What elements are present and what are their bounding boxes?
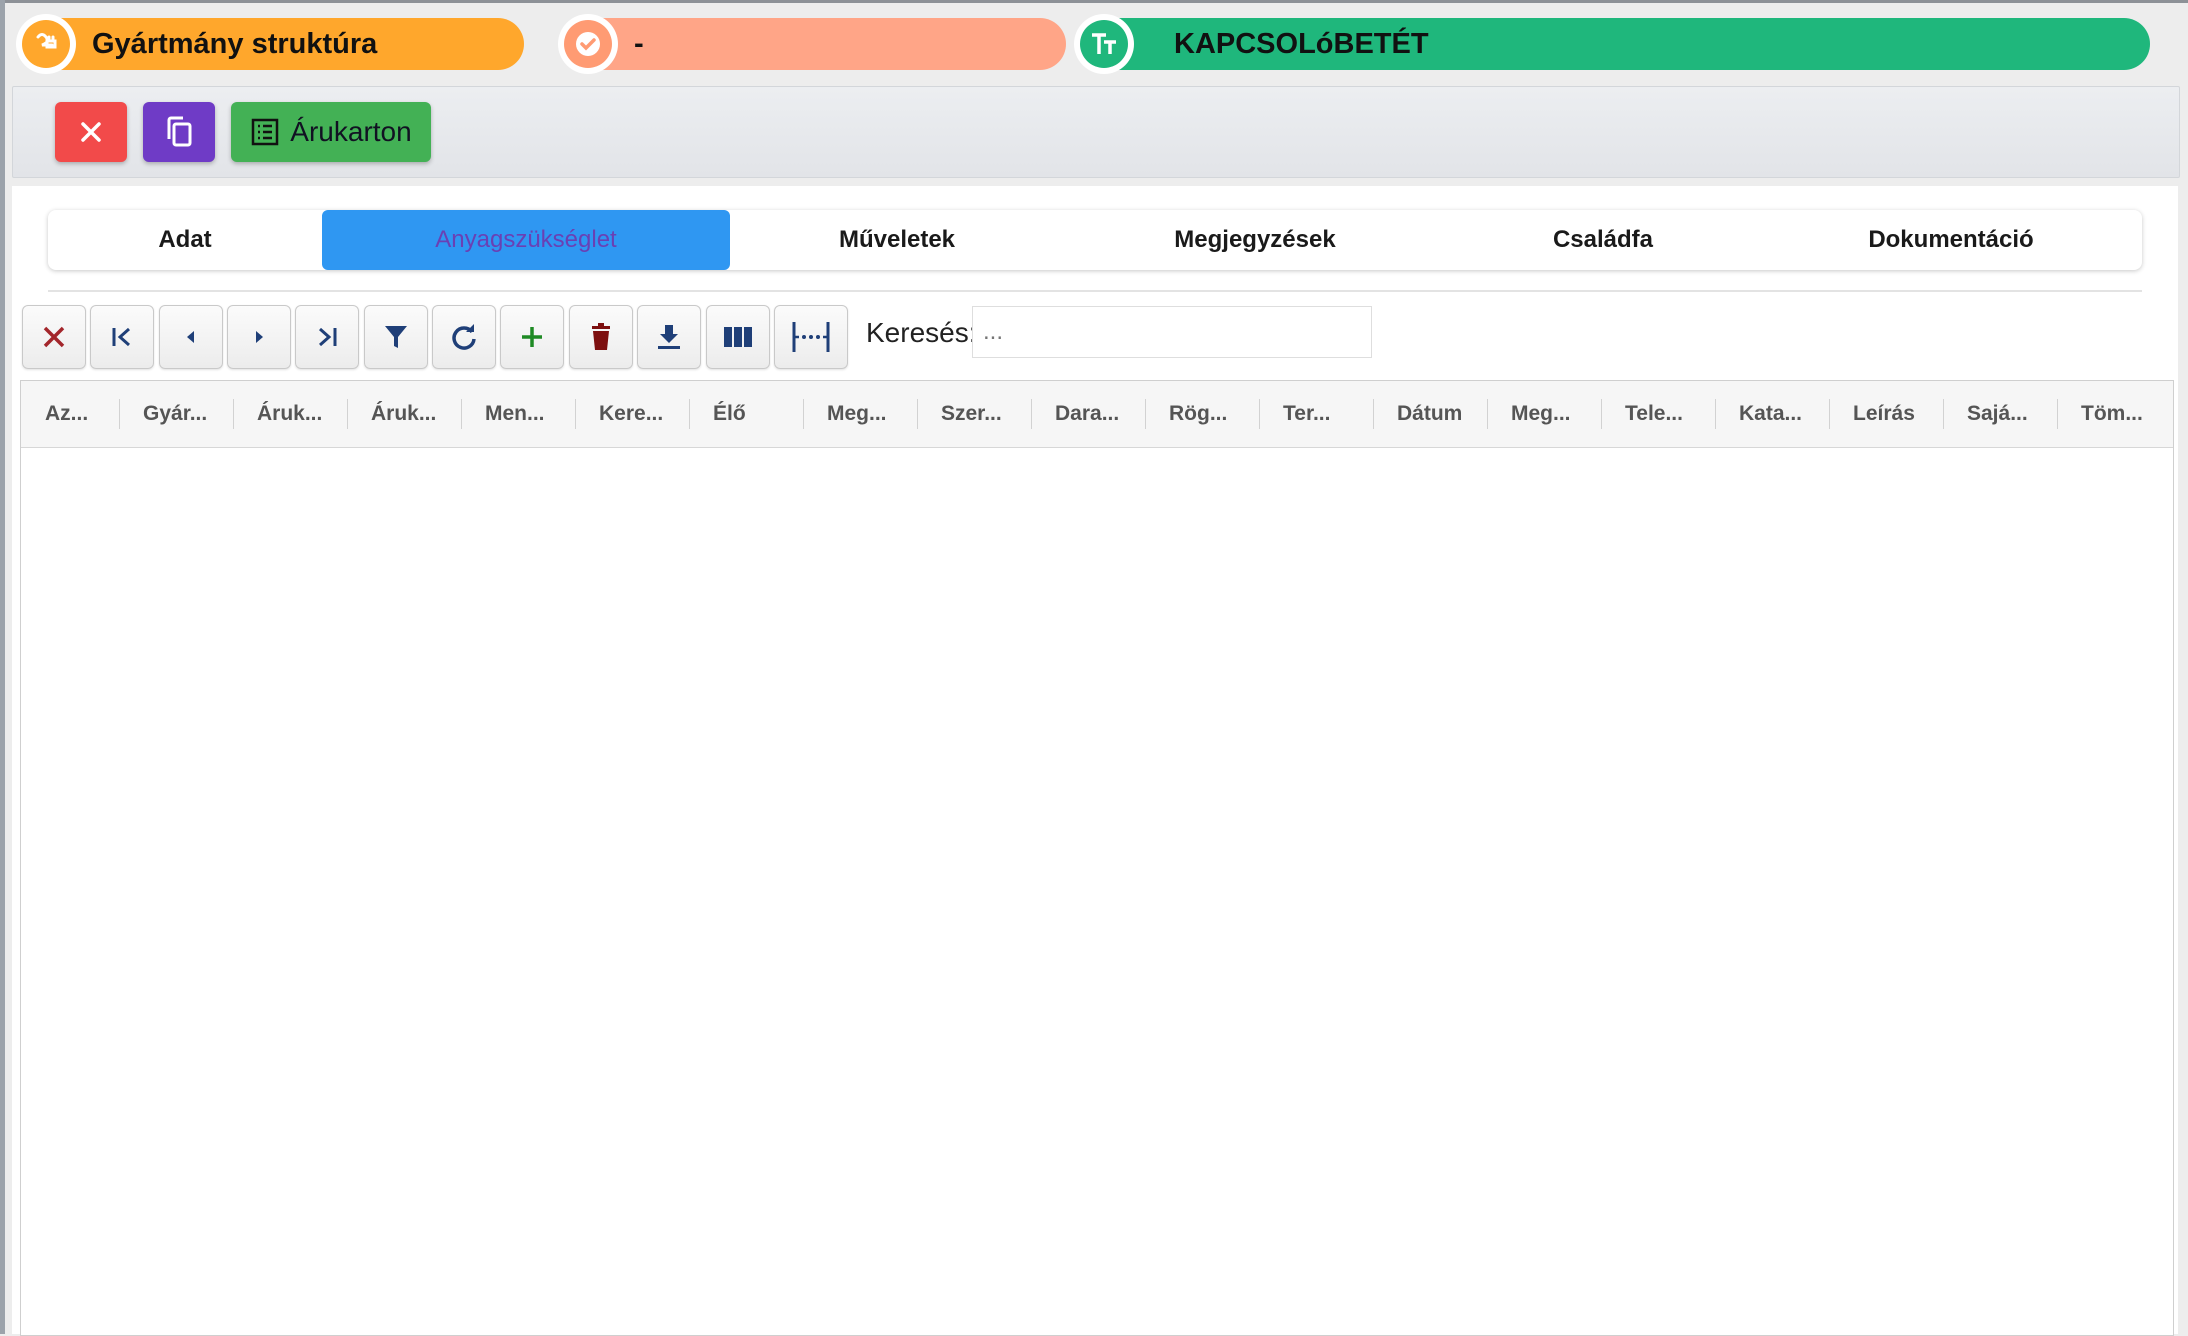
product-card-button[interactable]: Árukarton — [231, 102, 431, 162]
text-size-icon — [1080, 20, 1128, 68]
window-left-edge — [0, 0, 5, 1334]
grid-header: Az... Gyár... Áruk... Áruk... Men... Ker… — [21, 381, 2173, 448]
column-header[interactable]: Az... — [21, 381, 119, 447]
clear-icon — [43, 326, 65, 348]
column-header[interactable]: Dátum — [1373, 381, 1487, 447]
download-icon — [658, 325, 680, 349]
column-header[interactable]: Tele... — [1601, 381, 1715, 447]
column-header[interactable]: Szer... — [917, 381, 1031, 447]
fit-columns-button[interactable] — [774, 305, 848, 369]
tab-family-tree[interactable]: Családfa — [1446, 210, 1760, 270]
tab-notes[interactable]: Megjegyzések — [1064, 210, 1446, 270]
delete-button[interactable] — [569, 305, 633, 369]
download-button[interactable] — [637, 305, 701, 369]
copy-icon — [167, 116, 192, 147]
copy-button[interactable] — [143, 102, 215, 162]
add-icon — [522, 327, 542, 347]
first-page-icon — [112, 327, 130, 347]
tab-divider — [48, 290, 2142, 292]
last-page-icon — [319, 327, 337, 347]
column-header[interactable]: Leírás — [1829, 381, 1943, 447]
plug-icon-circle — [16, 14, 76, 74]
column-header[interactable]: Meg... — [1487, 381, 1601, 447]
column-header[interactable]: Ter... — [1259, 381, 1373, 447]
column-header[interactable]: Töm... — [2057, 381, 2173, 447]
clear-button[interactable] — [22, 305, 86, 369]
next-button[interactable] — [227, 305, 291, 369]
header-pill-label: Gyártmány struktúra — [92, 28, 378, 60]
badge-check-icon — [564, 20, 612, 68]
header-pill-label: - — [634, 28, 644, 60]
column-header[interactable]: Dara... — [1031, 381, 1145, 447]
tab-material-requirement[interactable]: Anyagszükséglet — [322, 210, 730, 270]
data-grid: Az... Gyár... Áruk... Áruk... Men... Ker… — [20, 380, 2174, 1336]
column-header[interactable]: Élő — [689, 381, 803, 447]
tab-operations[interactable]: Műveletek — [730, 210, 1064, 270]
tab-documentation[interactable]: Dokumentáció — [1760, 210, 2142, 270]
column-header[interactable]: Kere... — [575, 381, 689, 447]
tab-data[interactable]: Adat — [48, 210, 322, 270]
header-pill-status[interactable]: - — [558, 14, 1066, 74]
add-button[interactable] — [500, 305, 564, 369]
close-icon — [81, 122, 101, 142]
text-size-circle — [1074, 14, 1134, 74]
window-top-edge — [0, 0, 2188, 3]
tab-bar: Adat Anyagszükséglet Műveletek Megjegyzé… — [48, 210, 2142, 270]
refresh-button[interactable] — [432, 305, 496, 369]
list-icon — [252, 118, 279, 146]
filter-icon — [385, 326, 407, 348]
column-header[interactable]: Men... — [461, 381, 575, 447]
prev-icon — [187, 331, 194, 343]
grid-body — [21, 447, 2173, 1333]
column-header[interactable]: Kata... — [1715, 381, 1829, 447]
close-button[interactable] — [55, 102, 127, 162]
header-pill-title[interactable]: KAPCSOLóBETÉT — [1074, 14, 2150, 74]
column-header[interactable]: Áruk... — [233, 381, 347, 447]
first-page-button[interactable] — [90, 305, 154, 369]
column-header[interactable]: Áruk... — [347, 381, 461, 447]
columns-button[interactable] — [706, 305, 770, 369]
plug-icon — [22, 20, 70, 68]
last-page-button[interactable] — [295, 305, 359, 369]
filter-button[interactable] — [364, 305, 428, 369]
header-pill-product-structure[interactable]: Gyártmány struktúra — [16, 14, 524, 74]
product-card-label: Árukarton — [290, 116, 412, 147]
search-input[interactable] — [972, 306, 1372, 358]
next-icon — [256, 331, 263, 343]
column-header[interactable]: Sajá... — [1943, 381, 2057, 447]
column-header[interactable]: Gyár... — [119, 381, 233, 447]
delete-icon — [592, 323, 610, 350]
header-pill-label: KAPCSOLóBETÉT — [1174, 28, 1429, 60]
badge-circle — [558, 14, 618, 74]
column-header[interactable]: Rög... — [1145, 381, 1259, 447]
column-header[interactable]: Meg... — [803, 381, 917, 447]
fit-columns-icon — [792, 322, 830, 352]
prev-button[interactable] — [159, 305, 223, 369]
refresh-icon — [452, 324, 476, 350]
search-label: Keresés: — [866, 317, 977, 348]
columns-icon — [724, 327, 752, 347]
